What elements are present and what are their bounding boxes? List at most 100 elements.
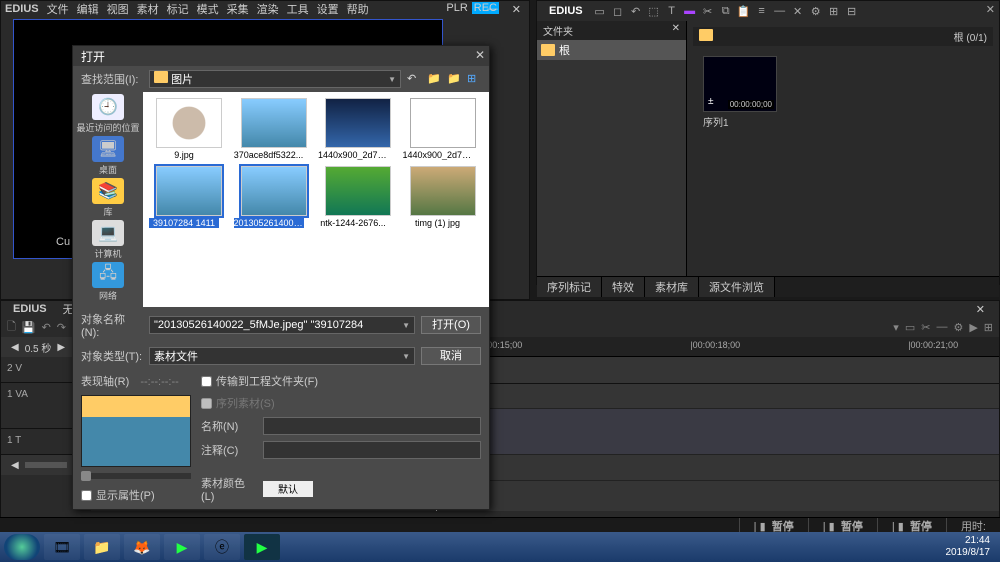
- tl-tool-icon[interactable]: ✂: [921, 321, 930, 334]
- tab-source[interactable]: 源文件浏览: [699, 277, 775, 297]
- file-item-selected[interactable]: 39107284 1411: [149, 166, 230, 228]
- transfer-checkbox[interactable]: [201, 376, 212, 387]
- taskbar: 🎞 📁 🦊 ▶ ⓔ ▶ 21:44 2019/8/17: [0, 532, 1000, 562]
- tab-markers[interactable]: 序列标记: [537, 277, 602, 297]
- zoom-slider[interactable]: [25, 462, 68, 468]
- dialog-close-icon[interactable]: ✕: [475, 48, 485, 62]
- tab-bin[interactable]: 素材库: [645, 277, 699, 297]
- place-recent[interactable]: 🕘最近访问的位置: [76, 94, 139, 134]
- name-input[interactable]: [263, 417, 481, 435]
- menu-clip[interactable]: 素材: [133, 1, 163, 17]
- clip-count: 根 (0/1): [954, 29, 987, 44]
- close-icon[interactable]: ✕: [976, 303, 985, 316]
- menu-edit[interactable]: 编辑: [73, 1, 103, 17]
- tab-effects[interactable]: 特效: [602, 277, 645, 297]
- taskbar-ie[interactable]: ⓔ: [204, 534, 240, 560]
- bin-tool-icon[interactable]: —: [773, 4, 787, 18]
- file-item[interactable]: ntk-1244-2676...: [318, 166, 399, 228]
- taskbar-explorer[interactable]: 📁: [84, 534, 120, 560]
- cut-icon[interactable]: ✂: [701, 4, 715, 18]
- new-folder-icon[interactable]: 📁: [447, 72, 461, 86]
- taskbar-app[interactable]: ▶: [164, 534, 200, 560]
- taskbar-app[interactable]: 🎞: [44, 534, 80, 560]
- comment-input[interactable]: [263, 441, 481, 459]
- menu-capture[interactable]: 采集: [223, 1, 253, 17]
- menu-settings[interactable]: 设置: [313, 1, 343, 17]
- bin-tool-icon[interactable]: ▬: [683, 4, 697, 18]
- file-item[interactable]: 9.jpg: [149, 98, 230, 160]
- file-item[interactable]: 1440x900_2d7e...: [318, 98, 399, 160]
- tl-tool-icon[interactable]: ▾: [893, 321, 899, 334]
- menu-mode[interactable]: 模式: [193, 1, 223, 17]
- place-computer[interactable]: 💻计算机: [92, 220, 124, 260]
- menu-help[interactable]: 帮助: [343, 1, 373, 17]
- tl-tool-icon[interactable]: 💾: [22, 321, 36, 334]
- tl-tool-icon[interactable]: ⊞: [984, 321, 993, 334]
- app-title: EDIUS: [1, 3, 43, 15]
- place-network[interactable]: 🖧网络: [92, 262, 124, 302]
- tl-tool-icon[interactable]: 🗋: [7, 318, 16, 337]
- file-item[interactable]: 1440x900_2d7e...: [403, 98, 484, 160]
- place-library[interactable]: 📚库: [92, 178, 124, 218]
- redo-icon[interactable]: ↷: [57, 321, 66, 334]
- color-label: 素材颜色(L): [201, 475, 257, 503]
- system-tray[interactable]: 21:44 2019/8/17: [946, 535, 997, 559]
- folder-root[interactable]: 根: [537, 40, 686, 60]
- filename-input[interactable]: "20130526140022_5fMJe.jpeg" "39107284▼: [149, 316, 415, 334]
- bin-tool-icon[interactable]: ▭: [593, 4, 607, 18]
- taskbar-app[interactable]: ▶: [244, 534, 280, 560]
- color-button[interactable]: 默认: [263, 481, 313, 497]
- menu-tools[interactable]: 工具: [283, 1, 313, 17]
- show-props-checkbox[interactable]: [81, 490, 92, 501]
- folder-icon: [154, 71, 168, 83]
- zoom-out-icon[interactable]: ◀: [11, 460, 19, 471]
- open-button[interactable]: 打开(O): [421, 316, 481, 334]
- tl-tool-icon[interactable]: ▭: [905, 321, 915, 334]
- zoom-value: 0.5 秒: [25, 340, 52, 355]
- bin-tool-icon[interactable]: T: [665, 4, 679, 18]
- tl-tool-icon[interactable]: —: [936, 321, 947, 333]
- close-icon[interactable]: ✕: [986, 3, 995, 16]
- zoom-out-icon[interactable]: ◀: [11, 342, 19, 353]
- cancel-button[interactable]: 取消: [421, 347, 481, 365]
- clip-thumbnail[interactable]: ± 00:00:00;00: [703, 56, 777, 112]
- close-icon[interactable]: ✕: [508, 3, 525, 16]
- bin-tool-icon[interactable]: ◻: [611, 4, 625, 18]
- lookin-label: 查找范围(I):: [81, 71, 143, 87]
- bin-tool-icon[interactable]: ↶: [629, 4, 643, 18]
- status-bar: | ▮ 暂停 | ▮ 暂停 | ▮ 暂停 用时:: [0, 517, 1000, 532]
- back-icon[interactable]: ↶: [407, 72, 421, 86]
- bin-tool-icon[interactable]: ⚙: [809, 4, 823, 18]
- bin-panel: EDIUS ▭ ◻ ↶ ⬚ T ▬ ✂ ⧉ 📋 ≡ — ✕ ⚙ ⊞ ⊟ ✕ 文件…: [536, 0, 1000, 285]
- bin-tool-icon[interactable]: ⊟: [845, 4, 859, 18]
- file-list[interactable]: 9.jpg 370ace8df5322... 1440x900_2d7e... …: [143, 92, 489, 307]
- preview-slider[interactable]: [81, 473, 191, 479]
- place-desktop[interactable]: 🖥桌面: [92, 136, 124, 176]
- bin-tool-icon[interactable]: ✕: [791, 4, 805, 18]
- undo-icon[interactable]: ↶: [42, 321, 51, 334]
- start-button[interactable]: [4, 534, 40, 560]
- menu-render[interactable]: 渲染: [253, 1, 283, 17]
- file-item[interactable]: timg (1) jpg: [403, 166, 484, 228]
- lookin-combo[interactable]: 图片▼: [149, 70, 401, 88]
- copy-icon[interactable]: ⧉: [719, 4, 733, 18]
- bin-tool-icon[interactable]: ⊞: [827, 4, 841, 18]
- file-item[interactable]: 370ace8df5322...: [234, 98, 315, 160]
- view-icon[interactable]: ⊞: [467, 72, 481, 86]
- minimize-icon[interactable]: —: [483, 3, 502, 16]
- menu-file[interactable]: 文件: [43, 1, 73, 17]
- comment-label: 注释(C): [201, 442, 257, 458]
- taskbar-firefox[interactable]: 🦊: [124, 534, 160, 560]
- filetype-combo[interactable]: 素材文件▼: [149, 347, 415, 365]
- bin-tool-icon[interactable]: ≡: [755, 4, 769, 18]
- up-icon[interactable]: 📁: [427, 72, 441, 86]
- folder-close-icon[interactable]: ✕: [672, 23, 680, 38]
- bin-tool-icon[interactable]: ⬚: [647, 4, 661, 18]
- zoom-in-icon[interactable]: ▶: [57, 342, 65, 353]
- file-item-selected[interactable]: 20130526140022: [234, 166, 315, 228]
- tl-tool-icon[interactable]: ⚙: [953, 321, 963, 334]
- tl-tool-icon[interactable]: ▶: [969, 321, 977, 334]
- paste-icon[interactable]: 📋: [737, 4, 751, 18]
- menu-view[interactable]: 视图: [103, 1, 133, 17]
- menu-marker[interactable]: 标记: [163, 1, 193, 17]
